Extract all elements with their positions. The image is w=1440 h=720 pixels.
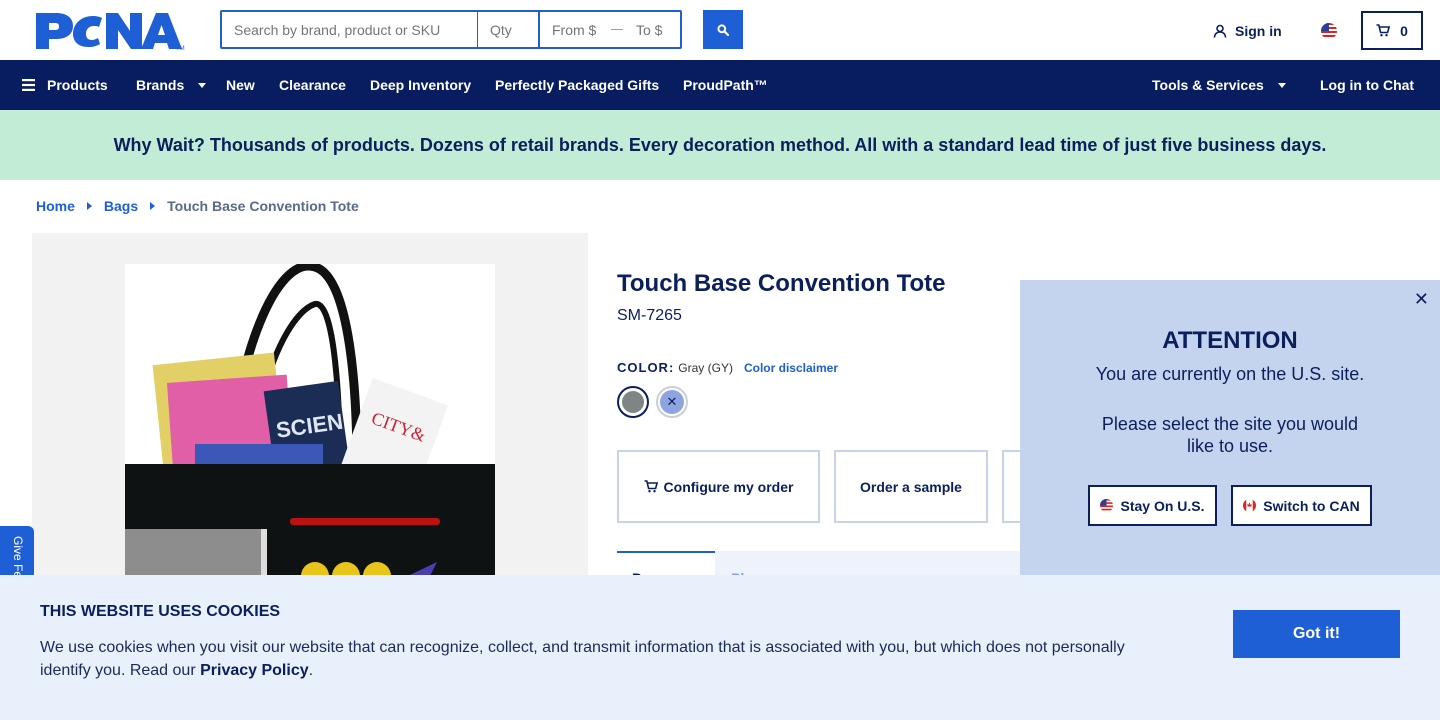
promo-banner: Why Wait? Thousands of products. Dozens … bbox=[0, 110, 1440, 180]
dialog-message: You are currently on the U.S. site. bbox=[1095, 364, 1365, 384]
chevron-right-icon bbox=[150, 202, 156, 210]
breadcrumb-current: Touch Base Convention Tote bbox=[167, 198, 359, 214]
unavailable-x-icon: ✕ bbox=[660, 390, 684, 414]
feedback-label: Give Fe bbox=[11, 536, 25, 576]
nav-brands[interactable]: Brands bbox=[136, 60, 207, 110]
stay-us-button[interactable]: Stay On U.S. bbox=[1088, 485, 1217, 526]
us-flag-icon[interactable] bbox=[1321, 23, 1337, 39]
nav-proudpath-label: ProudPath™ bbox=[683, 77, 768, 93]
nav-login-chat[interactable]: Log in to Chat bbox=[1320, 60, 1414, 110]
close-icon[interactable]: ✕ bbox=[1414, 289, 1429, 310]
feedback-tab[interactable]: Give Fe bbox=[0, 526, 34, 576]
cart-count: 0 bbox=[1400, 22, 1408, 39]
cart-icon bbox=[644, 480, 658, 493]
dialog-title: ATTENTION bbox=[1162, 327, 1298, 354]
swatch-gray-dot bbox=[622, 391, 644, 413]
cookie-title: THIS WEBSITE USES COOKIES bbox=[40, 603, 281, 620]
canada-flag-icon bbox=[1243, 499, 1257, 512]
nav-packaged-gifts[interactable]: Perfectly Packaged Gifts bbox=[495, 60, 659, 110]
chevron-down-icon bbox=[198, 82, 207, 88]
breadcrumb-bags[interactable]: Bags bbox=[104, 198, 138, 214]
tab-product[interactable]: Pr bbox=[617, 551, 715, 575]
configure-order-label: Configure my order bbox=[663, 478, 794, 495]
cart-icon bbox=[1376, 24, 1391, 37]
hamburger-icon bbox=[22, 79, 35, 91]
svg-text:TM: TM bbox=[176, 46, 185, 51]
nav-chat-label: Log in to Chat bbox=[1320, 77, 1415, 93]
privacy-policy-link[interactable]: Privacy Policy bbox=[200, 662, 309, 679]
dialog-prompt: Please select the site you would like to… bbox=[1101, 414, 1359, 456]
search-input[interactable] bbox=[222, 12, 478, 47]
main-nav: Products Brands New Clearance Deep Inven… bbox=[0, 60, 1440, 110]
breadcrumb: Home Bags Touch Base Convention Tote bbox=[36, 198, 359, 214]
order-sample-button[interactable]: Order a sample bbox=[834, 450, 988, 523]
order-sample-label: Order a sample bbox=[860, 478, 962, 495]
breadcrumb-home[interactable]: Home bbox=[36, 198, 75, 214]
quantity-input[interactable] bbox=[478, 12, 540, 47]
product-title: Touch Base Convention Tote bbox=[617, 270, 946, 297]
nav-brands-label: Brands bbox=[136, 77, 185, 93]
chevron-down-icon bbox=[1277, 82, 1286, 88]
search-icon bbox=[717, 23, 729, 36]
chevron-right-icon bbox=[86, 202, 92, 210]
swatch-gray[interactable] bbox=[617, 386, 649, 418]
nav-clearance[interactable]: Clearance bbox=[279, 60, 346, 110]
price-to-input[interactable] bbox=[624, 12, 680, 47]
site-header: TM Sign in 0 bbox=[0, 0, 1440, 60]
nav-clearance-label: Clearance bbox=[279, 77, 346, 93]
nav-products[interactable]: Products bbox=[22, 60, 108, 110]
nav-tools-label: Tools & Services bbox=[1152, 77, 1264, 93]
accept-cookies-button[interactable]: Got it! bbox=[1233, 610, 1400, 658]
price-from-input[interactable] bbox=[540, 12, 610, 47]
sign-in-label: Sign in bbox=[1235, 23, 1282, 39]
switch-can-button[interactable]: Switch to CAN bbox=[1231, 485, 1372, 526]
stay-us-label: Stay On U.S. bbox=[1120, 497, 1205, 514]
price-range-dash bbox=[610, 12, 624, 47]
nav-packaged-gifts-label: Perfectly Packaged Gifts bbox=[495, 77, 660, 93]
promo-text: Why Wait? Thousands of products. Dozens … bbox=[113, 134, 1327, 155]
nav-tools-services[interactable]: Tools & Services bbox=[1152, 60, 1286, 110]
color-disclaimer-link[interactable]: Color disclaimer bbox=[744, 361, 838, 375]
product-tabs: Pr Ph bbox=[617, 551, 1020, 575]
cart-button[interactable]: 0 bbox=[1361, 11, 1423, 50]
switch-can-label: Switch to CAN bbox=[1263, 497, 1360, 514]
cookie-text: We use cookies when you visit our websit… bbox=[40, 636, 1160, 682]
nav-new-label: New bbox=[226, 77, 255, 93]
site-select-dialog: ✕ ATTENTION You are currently on the U.S… bbox=[1020, 280, 1440, 575]
cookie-end: . bbox=[308, 662, 314, 679]
nav-proudpath[interactable]: ProudPath™ bbox=[683, 60, 768, 110]
configure-order-button[interactable]: Configure my order bbox=[617, 450, 820, 523]
us-flag-icon bbox=[1100, 499, 1114, 512]
nav-products-label: Products bbox=[47, 77, 108, 93]
product-sku: SM-7265 bbox=[617, 307, 682, 324]
color-label: COLOR: bbox=[617, 360, 675, 375]
cookie-banner: THIS WEBSITE USES COOKIES We use cookies… bbox=[0, 575, 1440, 720]
user-icon bbox=[1213, 24, 1227, 38]
search-bar bbox=[220, 10, 682, 49]
sign-in-link[interactable]: Sign in bbox=[1213, 21, 1282, 41]
color-selector-label: COLOR: Gray (GY) Color disclaimer bbox=[617, 360, 838, 375]
tab-photos[interactable]: Ph bbox=[731, 551, 749, 575]
color-value: Gray (GY) bbox=[678, 361, 733, 375]
nav-new[interactable]: New bbox=[226, 60, 255, 110]
nav-deep-inventory[interactable]: Deep Inventory bbox=[370, 60, 471, 110]
pcna-logo[interactable]: TM bbox=[36, 11, 186, 52]
nav-deep-inventory-label: Deep Inventory bbox=[370, 77, 472, 93]
search-button[interactable] bbox=[703, 10, 743, 49]
swatch-royal[interactable]: ✕ bbox=[656, 386, 688, 418]
product-gallery: SCIEN CITY& bbox=[32, 233, 588, 634]
